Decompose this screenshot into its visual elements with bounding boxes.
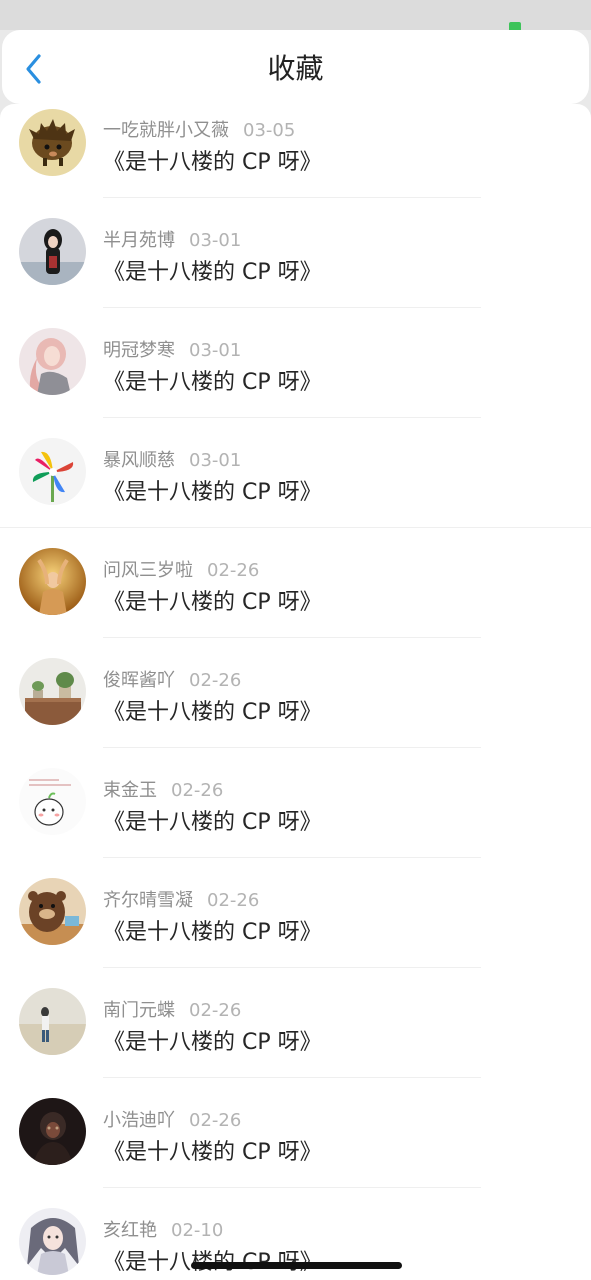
- home-indicator: [191, 1262, 402, 1269]
- list-item[interactable]: 南门元蝶 02-26 《是十八楼的 CP 呀》: [0, 968, 591, 1078]
- avatar-anime-character-icon: [19, 1208, 86, 1275]
- avatar-hedgehog-icon: [19, 109, 86, 176]
- avatar[interactable]: [19, 658, 86, 725]
- favorites-list: 一吃就胖小又薇 03-05 《是十八楼的 CP 呀》 半月苑博 03-01 《是十八…: [0, 104, 591, 1280]
- avatar-girl-pink-hair-icon: [19, 328, 86, 395]
- status-bar: [0, 0, 591, 34]
- item-title: 《是十八楼的 CP 呀》: [103, 260, 322, 285]
- date: 02-26: [189, 670, 242, 691]
- list-item[interactable]: 暴风顺慈 03-01 《是十八楼的 CP 呀》: [0, 418, 591, 528]
- avatar[interactable]: [19, 109, 86, 176]
- username: 问风三岁啦: [103, 560, 193, 581]
- username: 半月苑博: [103, 230, 175, 251]
- item-title: 《是十八楼的 CP 呀》: [103, 810, 322, 835]
- item-title: 《是十八楼的 CP 呀》: [103, 1140, 322, 1165]
- list-item[interactable]: 半月苑博 03-01 《是十八楼的 CP 呀》: [0, 198, 591, 308]
- avatar-girl-dark-hair-icon: [19, 218, 86, 285]
- username: 齐尔晴雪凝: [103, 890, 193, 911]
- date: 02-26: [189, 1000, 242, 1021]
- username: 俊晖酱吖: [103, 670, 175, 691]
- item-title: 《是十八楼的 CP 呀》: [103, 1250, 322, 1275]
- username: 亥红艳: [103, 1220, 157, 1241]
- avatar[interactable]: [19, 988, 86, 1055]
- item-title: 《是十八楼的 CP 呀》: [103, 590, 322, 615]
- avatar[interactable]: [19, 328, 86, 395]
- date: 02-26: [207, 560, 260, 581]
- avatar-pinwheel-icon: [19, 438, 86, 505]
- avatar-bear-icon: [19, 878, 86, 945]
- date: 03-01: [189, 450, 242, 471]
- item-title: 《是十八楼的 CP 呀》: [103, 1030, 322, 1055]
- date: 02-26: [171, 780, 224, 801]
- date: 02-10: [171, 1220, 224, 1241]
- avatar-cartoon-doodle-icon: [19, 768, 86, 835]
- username: 束金玉: [103, 780, 157, 801]
- header: 收藏: [2, 30, 589, 104]
- username: 暴风顺慈: [103, 450, 175, 471]
- list-item[interactable]: 问风三岁啦 02-26 《是十八楼的 CP 呀》: [0, 528, 591, 638]
- avatar[interactable]: [19, 768, 86, 835]
- avatar[interactable]: [19, 438, 86, 505]
- item-title: 《是十八楼的 CP 呀》: [103, 700, 322, 725]
- date: 03-05: [243, 120, 296, 141]
- date: 03-01: [189, 230, 242, 251]
- avatar-plants-table-icon: [19, 658, 86, 725]
- avatar[interactable]: [19, 878, 86, 945]
- date: 02-26: [207, 890, 260, 911]
- avatar[interactable]: [19, 548, 86, 615]
- avatar[interactable]: [19, 1208, 86, 1275]
- username: 明冠梦寒: [103, 340, 175, 361]
- avatar-beach-person-icon: [19, 988, 86, 1055]
- avatar-girl-sunset-icon: [19, 548, 86, 615]
- username: 南门元蝶: [103, 1000, 175, 1021]
- page-title: 收藏: [267, 52, 324, 85]
- list-item[interactable]: 束金玉 02-26 《是十八楼的 CP 呀》: [0, 748, 591, 858]
- list-item[interactable]: 俊晖酱吖 02-26 《是十八楼的 CP 呀》: [0, 638, 591, 748]
- avatar-dark-figure-icon: [19, 1098, 86, 1165]
- list-item[interactable]: 明冠梦寒 03-01 《是十八楼的 CP 呀》: [0, 308, 591, 418]
- item-title: 《是十八楼的 CP 呀》: [103, 920, 322, 945]
- item-title: 《是十八楼的 CP 呀》: [103, 150, 322, 175]
- item-title: 《是十八楼的 CP 呀》: [103, 370, 322, 395]
- date: 03-01: [189, 340, 242, 361]
- list-item[interactable]: 齐尔晴雪凝 02-26 《是十八楼的 CP 呀》: [0, 858, 591, 968]
- date: 02-26: [189, 1110, 242, 1131]
- list-item[interactable]: 小浩迪吖 02-26 《是十八楼的 CP 呀》: [0, 1078, 591, 1188]
- avatar[interactable]: [19, 1098, 86, 1165]
- avatar[interactable]: [19, 218, 86, 285]
- item-title: 《是十八楼的 CP 呀》: [103, 480, 322, 505]
- username: 小浩迪吖: [103, 1110, 175, 1131]
- username: 一吃就胖小又薇: [103, 120, 229, 141]
